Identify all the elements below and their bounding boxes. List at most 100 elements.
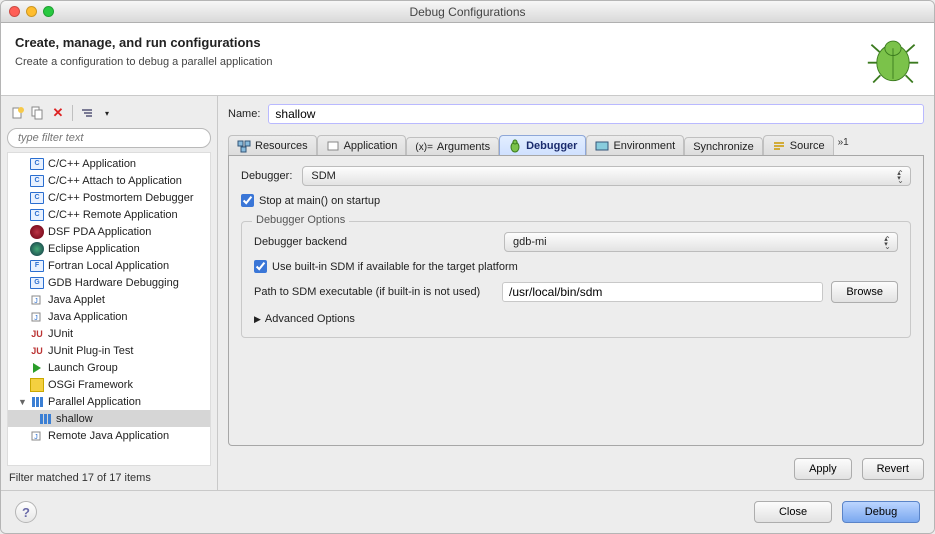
tree-label: GDB Hardware Debugging bbox=[48, 277, 179, 289]
dsf-icon bbox=[30, 225, 44, 239]
tree-label: C/C++ Attach to Application bbox=[48, 175, 182, 187]
name-row: Name: bbox=[228, 104, 924, 124]
header-subtitle: Create a configuration to debug a parall… bbox=[15, 56, 272, 68]
tree-label: C/C++ Application bbox=[48, 158, 136, 170]
tab-label: Arguments bbox=[437, 141, 490, 153]
fortran-icon: F bbox=[30, 259, 44, 273]
caret-icon: ▴▾ bbox=[881, 235, 891, 249]
tree-label: Java Applet bbox=[48, 294, 105, 306]
tab-label: Application bbox=[344, 140, 398, 152]
tab-synchronize[interactable]: Synchronize bbox=[684, 137, 763, 156]
c-icon: C bbox=[30, 191, 44, 205]
junit-icon: JU bbox=[30, 327, 44, 341]
apply-revert-row: Apply Revert bbox=[228, 446, 924, 480]
java-icon: J bbox=[30, 293, 44, 307]
tree-item-c-postmortem[interactable]: CC/C++ Postmortem Debugger bbox=[8, 189, 210, 206]
tree-label: JUnit bbox=[48, 328, 73, 340]
tab-bar: Resources Application (x)=Arguments Debu… bbox=[228, 130, 924, 156]
filter-input[interactable] bbox=[7, 128, 211, 148]
tree-item-parallel-app[interactable]: ▼Parallel Application bbox=[8, 393, 210, 410]
environment-icon bbox=[595, 139, 609, 153]
sidebar-toolbar: ✕ ▾ bbox=[7, 102, 211, 128]
backend-label: Debugger backend bbox=[254, 236, 494, 248]
tree-item-fortran[interactable]: F Fortran Local Application bbox=[8, 257, 210, 274]
content-area: ✕ ▾ C C/C++ Application C C/C++ Attach to … bbox=[1, 96, 934, 491]
tree-label: JUnit Plug-in Test bbox=[48, 345, 133, 357]
new-config-icon[interactable] bbox=[9, 104, 27, 122]
c-icon: C bbox=[30, 174, 44, 188]
sdm-path-input[interactable] bbox=[502, 282, 823, 302]
filter-menu-icon[interactable]: ▾ bbox=[98, 104, 116, 122]
tree-item-java-app[interactable]: JJava Application bbox=[8, 308, 210, 325]
sidebar: ✕ ▾ C C/C++ Application C C/C++ Attach to … bbox=[1, 96, 218, 490]
tab-environment[interactable]: Environment bbox=[586, 135, 684, 156]
tree-item-osgi[interactable]: OSGi Framework bbox=[8, 376, 210, 393]
disclosure-triangle-icon: ▶ bbox=[254, 314, 261, 325]
name-input[interactable] bbox=[268, 104, 924, 124]
tree-item-c-attach[interactable]: C C/C++ Attach to Application bbox=[8, 172, 210, 189]
tab-pane-debugger: Debugger: SDM▴▾ Stop at main() on startu… bbox=[228, 156, 924, 446]
tab-resources[interactable]: Resources bbox=[228, 135, 317, 156]
tab-source[interactable]: Source bbox=[763, 135, 834, 156]
tab-label: Synchronize bbox=[693, 141, 754, 153]
group-title: Debugger Options bbox=[252, 214, 349, 226]
tab-arguments[interactable]: (x)=Arguments bbox=[406, 137, 499, 156]
tree-item-remote-java[interactable]: JRemote Java Application bbox=[8, 427, 210, 444]
tab-application[interactable]: Application bbox=[317, 135, 407, 156]
close-button[interactable]: Close bbox=[754, 501, 832, 523]
header-banner: Create, manage, and run configurations C… bbox=[1, 23, 934, 96]
browse-button[interactable]: Browse bbox=[831, 281, 898, 303]
play-icon bbox=[30, 361, 44, 375]
tree-item-launch-group[interactable]: Launch Group bbox=[8, 359, 210, 376]
tab-debugger[interactable]: Debugger bbox=[499, 135, 586, 156]
tree-item-dsf[interactable]: DSF PDA Application bbox=[8, 223, 210, 240]
header-title: Create, manage, and run configurations bbox=[15, 35, 272, 50]
revert-button[interactable]: Revert bbox=[862, 458, 924, 480]
delete-config-icon[interactable]: ✕ bbox=[49, 104, 67, 122]
separator bbox=[72, 105, 73, 121]
config-tree[interactable]: C C/C++ Application C C/C++ Attach to Appl… bbox=[7, 152, 211, 466]
checkbox-input[interactable] bbox=[241, 194, 254, 207]
advanced-options-toggle[interactable]: ▶ Advanced Options bbox=[254, 313, 898, 325]
parallel-icon bbox=[38, 412, 52, 426]
debugger-options-group: Debugger Options Debugger backend gdb-mi… bbox=[241, 221, 911, 338]
duplicate-config-icon[interactable] bbox=[29, 104, 47, 122]
tree-item-java-applet[interactable]: J Java Applet bbox=[8, 291, 210, 308]
debug-button[interactable]: Debug bbox=[842, 501, 920, 523]
config-panel: Name: Resources Application (x)=Argument… bbox=[218, 96, 934, 490]
c-icon: C bbox=[30, 157, 44, 171]
tree-label: Eclipse Application bbox=[48, 243, 140, 255]
collapse-all-icon[interactable] bbox=[78, 104, 96, 122]
window-title: Debug Configurations bbox=[1, 5, 934, 19]
tree-label: C/C++ Remote Application bbox=[48, 209, 178, 221]
tree-item-gdb-hw[interactable]: GGDB Hardware Debugging bbox=[8, 274, 210, 291]
tree-label: Fortran Local Application bbox=[48, 260, 169, 272]
tree-item-shallow[interactable]: shallow bbox=[8, 410, 210, 427]
java-icon: J bbox=[30, 429, 44, 443]
tree-item-eclipse-app[interactable]: Eclipse Application bbox=[8, 240, 210, 257]
checkbox-input[interactable] bbox=[254, 260, 267, 273]
tab-label: Resources bbox=[255, 140, 308, 152]
sdm-path-label: Path to SDM executable (if built-in is n… bbox=[254, 286, 494, 298]
stop-at-main-checkbox[interactable]: Stop at main() on startup bbox=[241, 194, 380, 207]
tree-item-junit[interactable]: JU JUnit bbox=[8, 325, 210, 342]
backend-select[interactable]: gdb-mi▴▾ bbox=[504, 232, 898, 252]
debugger-select-row: Debugger: SDM▴▾ bbox=[241, 166, 911, 186]
debugger-select[interactable]: SDM▴▾ bbox=[302, 166, 911, 186]
svg-text:J: J bbox=[34, 434, 38, 441]
caret-icon: ▴▾ bbox=[894, 169, 904, 183]
parallel-icon bbox=[30, 395, 44, 409]
tree-item-c-remote[interactable]: CC/C++ Remote Application bbox=[8, 206, 210, 223]
sdm-path-row: Path to SDM executable (if built-in is n… bbox=[254, 281, 898, 303]
tree-item-junit-plugin[interactable]: JUJUnit Plug-in Test bbox=[8, 342, 210, 359]
help-button[interactable]: ? bbox=[15, 501, 37, 523]
disclosure-triangle-icon[interactable]: ▼ bbox=[18, 397, 26, 407]
use-builtin-checkbox[interactable]: Use built-in SDM if available for the ta… bbox=[254, 260, 518, 273]
apply-button[interactable]: Apply bbox=[794, 458, 852, 480]
tree-label: Launch Group bbox=[48, 362, 118, 374]
use-builtin-row: Use built-in SDM if available for the ta… bbox=[254, 260, 898, 273]
svg-text:J: J bbox=[34, 315, 38, 322]
tree-item-c-app[interactable]: C C/C++ Application bbox=[8, 155, 210, 172]
tab-overflow[interactable]: »1 bbox=[834, 134, 853, 151]
source-icon bbox=[772, 139, 786, 153]
